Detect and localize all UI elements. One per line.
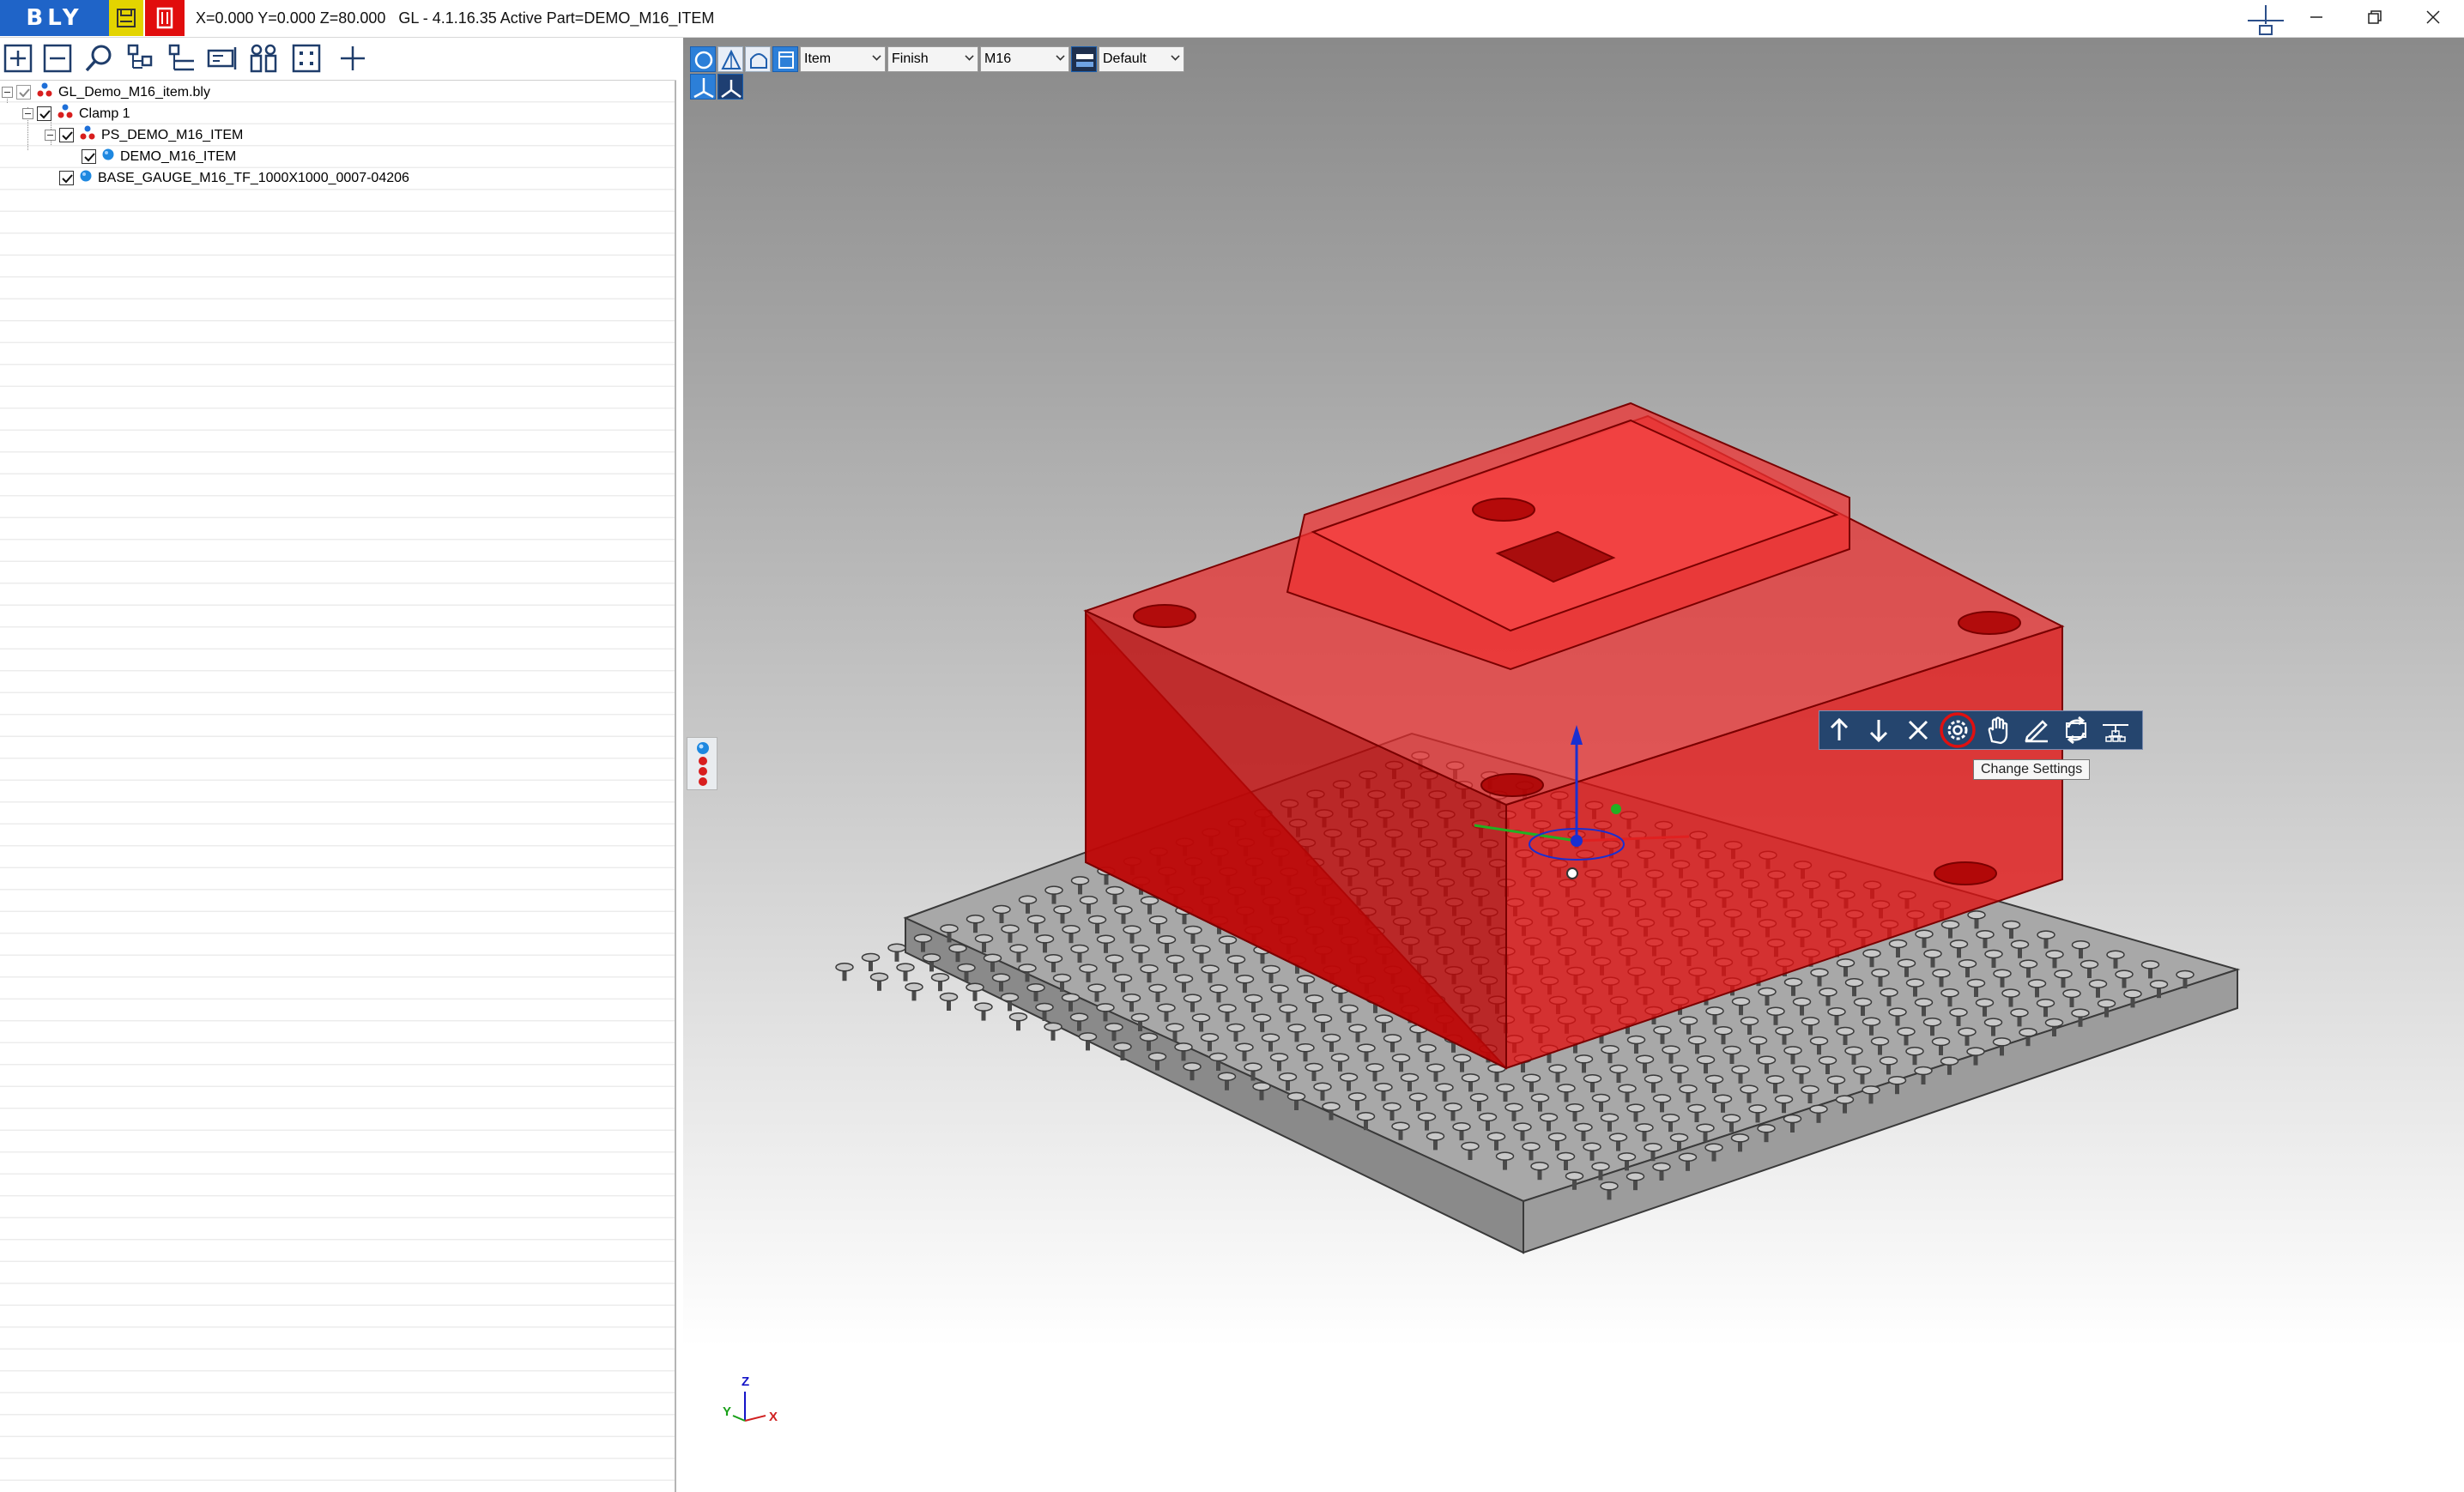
select-value: Item <box>804 51 832 66</box>
select-value: Finish <box>892 51 929 66</box>
part-action-toolbar <box>1819 710 2143 750</box>
restore-button[interactable] <box>2346 0 2404 34</box>
properties-icon[interactable] <box>206 42 240 76</box>
gizmo-pivot <box>1566 867 1578 879</box>
close-document-button[interactable] <box>145 0 185 36</box>
hierarchy-icon[interactable] <box>2096 711 2135 749</box>
tree-toolbar <box>0 38 676 81</box>
mounting-hole <box>1480 773 1544 797</box>
tree-item-root[interactable]: GL_Demo_M16_item.bly <box>2 82 210 103</box>
person-view-icon[interactable] <box>690 74 716 100</box>
close-icon[interactable] <box>1898 711 1938 749</box>
mounting-hole <box>1472 498 1535 522</box>
arrow-down-icon[interactable] <box>1859 711 1898 749</box>
axis-view-icon[interactable] <box>717 74 743 100</box>
title-bar: BLY X=0.000 Y=0.000 Z=80.000 GL - 4.1.16… <box>0 0 2464 38</box>
collapse-toggle[interactable] <box>45 130 56 141</box>
axis-triad: Z X Y <box>723 1374 778 1424</box>
mounting-hole <box>1133 604 1196 628</box>
tree-item-label: Clamp 1 <box>79 106 130 121</box>
app-logo: BLY <box>0 0 109 36</box>
part-tree: GL_Demo_M16_item.bly Clamp 1 PS_DEMO_M16… <box>0 81 675 1492</box>
checkbox[interactable] <box>16 85 31 100</box>
hand-icon[interactable] <box>1977 711 2017 749</box>
fit-view-icon[interactable] <box>290 42 324 76</box>
edit-icon[interactable] <box>2017 711 2056 749</box>
save-icon <box>117 9 136 27</box>
triangle-view-icon[interactable] <box>717 46 743 72</box>
gear-icon[interactable] <box>1938 711 1977 749</box>
minimize-icon <box>2310 16 2322 18</box>
gauge-icon[interactable] <box>2244 5 2287 38</box>
arch-view-icon[interactable] <box>745 46 771 72</box>
search-icon[interactable] <box>82 42 117 76</box>
thread-select[interactable]: M16 <box>980 46 1069 72</box>
tree-item-label: BASE_GAUGE_M16_TF_1000X1000_0007-04206 <box>98 170 409 185</box>
close-window-button[interactable] <box>2404 0 2462 34</box>
tree-item-label: DEMO_M16_ITEM <box>120 148 237 164</box>
shaded-view-icon[interactable] <box>690 46 716 72</box>
tree-item-label: PS_DEMO_M16_ITEM <box>101 127 244 142</box>
chevron-down-icon <box>872 51 881 61</box>
stack-icon <box>697 742 709 786</box>
chevron-down-icon <box>965 51 974 61</box>
tooltip: Change Settings <box>1973 759 2091 780</box>
minimize-button[interactable] <box>2287 0 2346 34</box>
tree-item-ps-demo[interactable]: PS_DEMO_M16_ITEM <box>45 124 243 146</box>
status-coordinates: X=0.000 Y=0.000 Z=80.000 GL - 4.1.16.35 … <box>196 9 715 27</box>
expand-all-icon[interactable] <box>2 42 36 76</box>
select-value: Default <box>1103 51 1147 66</box>
arrow-up-icon[interactable] <box>1819 711 1859 749</box>
find-pairs-icon[interactable] <box>247 42 282 76</box>
sync-icon[interactable] <box>2056 711 2096 749</box>
trash-icon <box>156 7 173 29</box>
assembly-icon <box>57 104 74 124</box>
checkbox[interactable] <box>59 128 74 142</box>
add-icon[interactable] <box>336 42 371 76</box>
restore-icon <box>2368 10 2382 24</box>
3d-scene <box>835 402 2241 1254</box>
tree-item-clamp[interactable]: Clamp 1 <box>22 103 130 124</box>
document-view-icon[interactable] <box>772 46 798 72</box>
close-icon <box>2426 10 2440 24</box>
checkbox[interactable] <box>82 149 96 164</box>
layers-panel-button[interactable] <box>687 737 717 790</box>
checkbox[interactable] <box>59 171 74 185</box>
part-icon <box>101 147 115 166</box>
collapse-toggle[interactable] <box>22 108 33 119</box>
x-axis-label: X <box>769 1410 778 1424</box>
collapse-all-icon[interactable] <box>41 42 76 76</box>
tree-item-demo-part[interactable]: DEMO_M16_ITEM <box>82 146 236 167</box>
assembly-icon <box>79 125 96 145</box>
part-icon <box>79 168 93 188</box>
profile-select[interactable]: Default <box>1099 46 1184 72</box>
chevron-down-icon <box>1056 51 1065 61</box>
mounting-hole <box>1934 861 1997 885</box>
tree-list-icon[interactable] <box>165 42 199 76</box>
save-button[interactable] <box>109 0 143 36</box>
tree-structure-icon[interactable] <box>124 42 158 76</box>
chevron-down-icon <box>1171 51 1180 61</box>
assembly-icon <box>36 82 53 102</box>
checkbox[interactable] <box>37 106 51 121</box>
y-axis-label: Y <box>723 1404 731 1419</box>
collapse-toggle[interactable] <box>2 87 13 98</box>
z-axis-label: Z <box>742 1374 749 1389</box>
gizmo-origin <box>1571 835 1583 847</box>
mounting-hole <box>1958 611 2021 635</box>
view-mode-select[interactable]: Item <box>800 46 886 72</box>
3d-viewport[interactable]: Item Finish M16 Default Change Settings … <box>683 38 2464 1492</box>
layer-icon[interactable] <box>1071 46 1097 72</box>
left-panel: GL_Demo_M16_item.bly Clamp 1 PS_DEMO_M16… <box>0 38 676 1492</box>
select-value: M16 <box>984 51 1012 66</box>
app-window: BLY X=0.000 Y=0.000 Z=80.000 GL - 4.1.16… <box>0 0 2464 1492</box>
tree-item-base-gauge[interactable]: BASE_GAUGE_M16_TF_1000X1000_0007-04206 <box>59 167 409 189</box>
gizmo-handle <box>1611 804 1621 814</box>
operation-select[interactable]: Finish <box>887 46 978 72</box>
tree-item-label: GL_Demo_M16_item.bly <box>58 84 210 100</box>
